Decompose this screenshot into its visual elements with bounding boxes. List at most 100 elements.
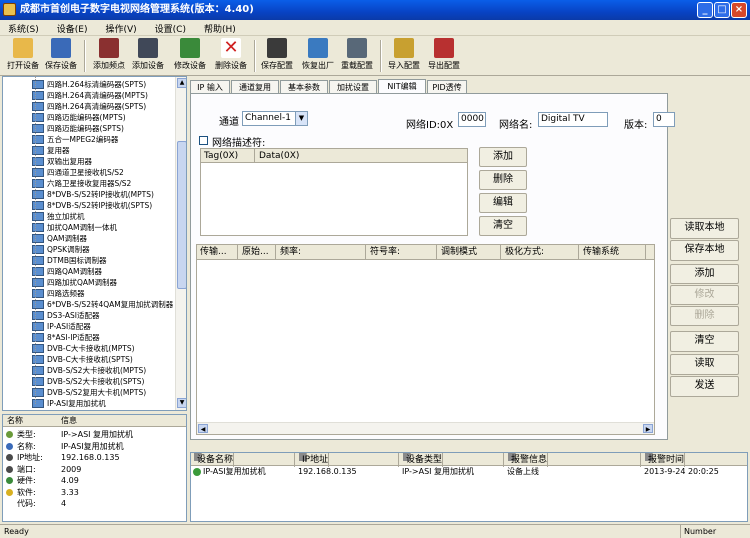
toolbar-label: 添加频点 — [93, 61, 125, 70]
property-icon — [6, 442, 13, 450]
log-row-name: IP-ASI复用加扰机 — [203, 467, 266, 476]
scroll-right-icon[interactable]: ▶ — [643, 424, 653, 433]
alarm-log-table[interactable]: 设备名称 IP地址 设备类型 报警信息 报警时间 IP-ASI复用加扰机 192… — [190, 452, 748, 522]
property-icon — [6, 477, 13, 484]
menu-settings[interactable]: 设置(C) — [147, 20, 196, 35]
save-device-button[interactable]: 保存设备 — [42, 38, 80, 74]
tab-channel-mux[interactable]: 通道复用 — [231, 80, 279, 94]
toolbar: 打开设备 保存设备 添加频点 添加设备 修改设备 ✕ 删除设备 保存配置 恢复出厂… — [0, 36, 750, 76]
device-icon — [32, 190, 44, 199]
delete-device-button[interactable]: ✕ 删除设备 — [212, 38, 250, 74]
folder-open-icon — [13, 38, 33, 58]
read-button[interactable]: 读取 — [670, 354, 739, 375]
ts-list[interactable]: 传输... 原始... 频率: 符号率: 调制模式 极化方式: 传输系统 ◀ ▶ — [196, 244, 655, 435]
ts-add-button[interactable]: 添加 — [670, 264, 739, 284]
ts-col-frequency[interactable]: 频率: — [277, 245, 366, 259]
desc-edit-button[interactable]: 编辑 — [479, 193, 527, 213]
property-key: 类型: — [17, 430, 36, 439]
version-input[interactable]: 0 — [653, 112, 675, 127]
props-col-info[interactable]: 信息 — [61, 415, 77, 427]
toolbar-label: 打开设备 — [7, 61, 39, 70]
tab-basic-params[interactable]: 基本参数 — [280, 80, 328, 94]
ts-col-polarization[interactable]: 极化方式: — [502, 245, 579, 259]
network-name-input[interactable]: Digital TV — [538, 112, 608, 127]
ts-clear-button[interactable]: 清空 — [670, 331, 739, 352]
channel-select[interactable]: Channel-1 ▼ — [242, 111, 308, 126]
property-key: 端口: — [17, 464, 36, 474]
add-device-button[interactable]: 添加设备 — [129, 38, 167, 74]
tab-pid-passthrough[interactable]: PID透传 — [427, 80, 467, 94]
factory-reset-button[interactable]: 恢复出厂 — [299, 38, 337, 74]
import-config-button[interactable]: 导入配置 — [385, 38, 423, 74]
nit-panel: 通道 Channel-1 ▼ 网络ID:0X 0000 网络名: Digital… — [190, 93, 675, 440]
edit-device-button[interactable]: 修改设备 — [171, 38, 209, 74]
scroll-down-icon[interactable]: ▼ — [177, 398, 186, 408]
log-col-ip-label: IP地址 — [299, 453, 330, 467]
descriptor-list[interactable]: Tag(0X) Data(0X) — [200, 148, 468, 236]
log-col-time-label: 报警时间 — [645, 453, 686, 467]
ts-col-system[interactable]: 传输系统 — [580, 245, 646, 259]
desc-delete-button[interactable]: 删除 — [479, 170, 527, 190]
ts-modify-button[interactable]: 修改 — [670, 285, 739, 305]
read-local-button[interactable]: 读取本地 — [670, 218, 739, 239]
device-icon — [32, 135, 44, 144]
tab-scramble-settings[interactable]: 加扰设置 — [329, 80, 377, 94]
log-row-time: 2013-9-24 20:0:25 — [644, 467, 719, 476]
save-config-button[interactable]: 保存配置 — [258, 38, 296, 74]
tree-item-label: DVB-C大卡接收机(SPTS) — [47, 355, 133, 364]
property-icon — [6, 454, 13, 461]
ts-delete-button[interactable]: 删除 — [670, 306, 739, 326]
export-config-button[interactable]: 导出配置 — [425, 38, 463, 74]
desc-col-tag[interactable]: Tag(0X) — [201, 149, 255, 163]
log-col-ip[interactable]: IP地址 — [296, 453, 399, 467]
maximize-icon[interactable]: □ — [714, 2, 730, 18]
device-icon — [32, 168, 44, 177]
menu-system[interactable]: 系统(S) — [0, 20, 49, 35]
scroll-thumb[interactable] — [177, 141, 186, 289]
desc-col-data[interactable]: Data(0X) — [256, 149, 467, 163]
scroll-up-icon[interactable]: ▲ — [177, 78, 186, 88]
scroll-left-icon[interactable]: ◀ — [198, 424, 208, 433]
tree-scrollbar[interactable]: ▲ ▼ — [175, 77, 186, 410]
ts-col-original[interactable]: 原始... — [239, 245, 276, 259]
minimize-icon[interactable]: _ — [697, 2, 713, 18]
log-col-info[interactable]: 报警信息 — [505, 453, 641, 467]
tab-ip-input[interactable]: IP 输入 — [190, 80, 230, 94]
menu-help[interactable]: 帮助(H) — [196, 20, 246, 35]
ts-horizontal-scrollbar[interactable]: ◀ ▶ — [197, 422, 654, 434]
send-button[interactable]: 发送 — [670, 376, 739, 397]
tree-item-label: 四路迈能编码器(SPTS) — [47, 124, 124, 133]
chevron-down-icon[interactable]: ▼ — [295, 112, 307, 125]
reload-config-button[interactable]: 重载配置 — [338, 38, 376, 74]
menu-operation[interactable]: 操作(V) — [97, 20, 146, 35]
property-key: 硬件: — [17, 476, 36, 485]
add-frequency-button[interactable]: 添加频点 — [90, 38, 128, 74]
menu-device[interactable]: 设备(E) — [49, 20, 98, 35]
log-col-name[interactable]: 设备名称 — [191, 453, 295, 467]
ts-col-transport[interactable]: 传输... — [197, 245, 238, 259]
props-col-name[interactable]: 名称 — [7, 415, 23, 427]
close-icon[interactable]: × — [731, 2, 747, 18]
ts-col-symbol-rate[interactable]: 符号率: — [367, 245, 437, 259]
log-col-time[interactable]: 报警时间 — [642, 453, 747, 467]
log-row[interactable]: IP-ASI复用加扰机 192.168.0.135 IP->ASI 复用加扰机 … — [191, 466, 747, 478]
property-value: 3.33 — [61, 487, 79, 497]
ts-col-modulation[interactable]: 调制模式 — [438, 245, 501, 259]
property-value: 2009 — [61, 464, 82, 474]
tree-item-label: QPSK调制器 — [47, 245, 90, 254]
desc-add-button[interactable]: 添加 — [479, 147, 527, 167]
property-row: 代码: 4 — [3, 498, 186, 509]
desc-clear-button[interactable]: 清空 — [479, 216, 527, 236]
property-value: 4 — [61, 499, 67, 508]
log-col-type[interactable]: 设备类型 — [400, 453, 504, 467]
tree-item-label: DS3-ASI适配器 — [47, 311, 100, 320]
open-device-button[interactable]: 打开设备 — [4, 38, 42, 74]
save-local-button[interactable]: 保存本地 — [670, 240, 739, 261]
online-status-icon — [193, 468, 201, 476]
add-device-icon — [138, 38, 158, 58]
app-icon — [3, 3, 16, 16]
network-id-input[interactable]: 0000 — [458, 112, 486, 127]
ts-list-header: 传输... 原始... 频率: 符号率: 调制模式 极化方式: 传输系统 — [197, 245, 654, 260]
tree-item-label: 8*ASI-IP适配器 — [47, 333, 100, 342]
descriptor-checkbox[interactable] — [199, 136, 208, 145]
